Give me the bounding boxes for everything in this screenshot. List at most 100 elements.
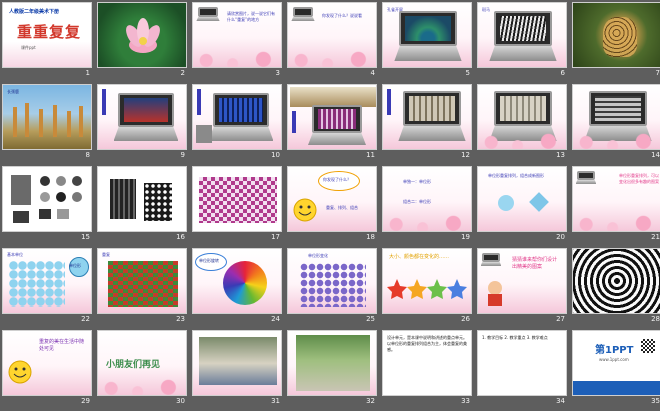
slide-thumbnail[interactable] xyxy=(572,84,660,150)
slide-thumbnail[interactable]: 小朋友们再见 xyxy=(97,330,187,396)
slide-thumbnail[interactable]: 1. 教学目标 2. 教学重点 3. 教学难点 xyxy=(477,330,567,396)
slide-12[interactable]: 12 xyxy=(382,84,472,162)
slide-thumbnail[interactable]: 你发现了什么？ 重复、排列、组合 xyxy=(287,166,377,232)
slide-28[interactable]: 28 xyxy=(572,248,660,326)
slide-thumbnail[interactable] xyxy=(287,330,377,396)
slide-label: 斑马 xyxy=(482,7,490,12)
slide-11[interactable]: 11 xyxy=(287,84,377,162)
slide-number: 25 xyxy=(366,315,375,323)
slide-thumbnail[interactable]: 单位形变化 xyxy=(287,248,377,314)
slide-thumbnail[interactable]: 第1PPT www.1ppt.com xyxy=(572,330,660,396)
bag-image xyxy=(110,179,136,219)
slide-30[interactable]: 小朋友们再见 30 xyxy=(97,330,187,408)
slide-thumbnail[interactable] xyxy=(572,2,660,68)
slide-thumbnail[interactable]: 基本单位 单位形 xyxy=(2,248,92,314)
children-photo xyxy=(296,335,370,391)
slide-thumbnail[interactable]: 猜猜谁来帮你们设计出精美的图案 xyxy=(477,248,567,314)
slide-thumbnail[interactable] xyxy=(572,248,660,314)
slide-23[interactable]: 重复 23 xyxy=(97,248,187,326)
brand-url: www.1ppt.com xyxy=(599,357,629,362)
slide-thumbnail[interactable]: 单位形旋转 xyxy=(192,248,282,314)
slide-thumbnail[interactable] xyxy=(97,2,187,68)
slide-thumbnail[interactable]: 重复的美在生活中随处可见 xyxy=(2,330,92,396)
slide-29[interactable]: 重复的美在生活中随处可见 29 xyxy=(2,330,92,408)
slide-7[interactable]: 7 xyxy=(572,2,660,80)
slide-27[interactable]: 猜猜谁来帮你们设计出精美的图案 27 xyxy=(477,248,567,326)
slide-thumbnail[interactable]: 大小、颜色都在变化的…… xyxy=(382,248,472,314)
slide-thumbnail[interactable]: 单独一：单位形 组合二：单位形 xyxy=(382,166,472,232)
slide-20[interactable]: 单位形重复排列，组合成新图形 20 xyxy=(477,166,567,244)
vertical-title-bar xyxy=(292,111,296,133)
slide-number: 22 xyxy=(81,315,90,323)
slide-number: 3 xyxy=(275,69,280,77)
slide-15[interactable]: 15 xyxy=(2,166,92,244)
slide-thumbnail[interactable]: 斑马 xyxy=(477,2,567,68)
slide-thumbnail[interactable]: 人教版二年级美术下册 重重复复 课件ppt xyxy=(2,2,92,68)
slide-thumbnail[interactable] xyxy=(2,166,92,232)
slide-thumbnail[interactable] xyxy=(382,84,472,150)
footer-bar xyxy=(573,381,660,395)
slide-number: 30 xyxy=(176,397,185,405)
slide-thumbnail[interactable] xyxy=(97,166,187,232)
slide-number: 18 xyxy=(366,233,375,241)
slide-caption: 重复、排列、组合 xyxy=(326,205,358,210)
slide-text: 设计单元，是本课中说明和讲述的重点单元。以单位形的重复排列组合为主，体会重复的美… xyxy=(387,335,467,352)
slide-19[interactable]: 单独一：单位形 组合二：单位形 19 xyxy=(382,166,472,244)
slide-text: 单位形重复排列，可以变化出很多有趣的图案 xyxy=(619,173,659,184)
slide-number: 10 xyxy=(271,151,280,159)
slide-number: 26 xyxy=(461,315,470,323)
slide-thumbnail[interactable]: 孔雀开屏 xyxy=(382,2,472,68)
slide-thumbnail[interactable]: 设计单元，是本课中说明和讲述的重点单元。以单位形的重复排列组合为主，体会重复的美… xyxy=(382,330,472,396)
slide-17[interactable]: 17 xyxy=(192,166,282,244)
slide-thumbnail[interactable]: 你发现了什么？说说看 xyxy=(287,2,377,68)
slide-1[interactable]: 人教版二年级美术下册 重重复复 课件ppt 1 xyxy=(2,2,92,80)
slide-thumbnail[interactable] xyxy=(192,84,282,150)
bag-image xyxy=(144,183,172,221)
slide-16[interactable]: 16 xyxy=(97,166,187,244)
slide-top-title: 人教版二年级美术下册 xyxy=(9,9,60,15)
slide-number: 5 xyxy=(465,69,470,77)
slide-21[interactable]: 单位形重复排列，可以变化出很多有趣的图案 21 xyxy=(572,166,660,244)
slide-thumbnail[interactable]: 请欣赏图片，说一说它们有什么“重复”的地方 xyxy=(192,2,282,68)
slide-number: 23 xyxy=(176,315,185,323)
slide-text: 重复的美在生活中随处可见 xyxy=(39,339,85,352)
slide-thumbnail[interactable]: 长颈鹿 xyxy=(2,84,92,150)
slide-31[interactable]: 31 xyxy=(192,330,282,408)
slide-22[interactable]: 基本单位 单位形 22 xyxy=(2,248,92,326)
slide-8[interactable]: 长颈鹿 8 xyxy=(2,84,92,162)
slide-6[interactable]: 斑马 6 xyxy=(477,2,567,80)
slide-24[interactable]: 单位形旋转 24 xyxy=(192,248,282,326)
slide-label: 基本单位 xyxy=(7,252,23,257)
slide-thumbnail[interactable]: 重复 xyxy=(97,248,187,314)
slide-number: 17 xyxy=(271,233,280,241)
slide-thumbnail[interactable]: 单位形重复排列，可以变化出很多有趣的图案 xyxy=(572,166,660,232)
slide-thumbnail[interactable] xyxy=(192,330,282,396)
slide-18[interactable]: 你发现了什么？ 重复、排列、组合 18 xyxy=(287,166,377,244)
slide-thumbnail[interactable] xyxy=(192,166,282,232)
slide-26[interactable]: 大小、颜色都在变化的…… 26 xyxy=(382,248,472,326)
slide-5[interactable]: 孔雀开屏 5 xyxy=(382,2,472,80)
slide-line-2: 组合二：单位形 xyxy=(403,199,431,204)
slide-thumbnail[interactable] xyxy=(97,84,187,150)
slide-25[interactable]: 单位形变化 25 xyxy=(287,248,377,326)
slide-34[interactable]: 1. 教学目标 2. 教学重点 3. 教学难点 34 xyxy=(477,330,567,408)
photo-top xyxy=(290,87,376,107)
slide-title: 小朋友们再见 xyxy=(106,360,161,370)
slide-14[interactable]: 14 xyxy=(572,84,660,162)
slide-4[interactable]: 你发现了什么？说说看 4 xyxy=(287,2,377,80)
slide-thumbnail[interactable] xyxy=(477,84,567,150)
slide-number: 27 xyxy=(556,315,565,323)
slide-32[interactable]: 32 xyxy=(287,330,377,408)
slide-thumbnail[interactable]: 单位形重复排列，组合成新图形 xyxy=(477,166,567,232)
slide-13[interactable]: 13 xyxy=(477,84,567,162)
slide-2[interactable]: 2 xyxy=(97,2,187,80)
slide-9[interactable]: 9 xyxy=(97,84,187,162)
slide-33[interactable]: 设计单元，是本课中说明和讲述的重点单元。以单位形的重复排列组合为主，体会重复的美… xyxy=(382,330,472,408)
slide-35[interactable]: 第1PPT www.1ppt.com 35 xyxy=(572,330,660,408)
slide-10[interactable]: 10 xyxy=(192,84,282,162)
slide-number: 7 xyxy=(655,69,660,77)
slide-number: 14 xyxy=(651,151,660,159)
slide-thumbnail[interactable] xyxy=(287,84,377,150)
slide-number: 1 xyxy=(85,69,90,77)
slide-3[interactable]: 请欣赏图片，说一说它们有什么“重复”的地方 3 xyxy=(192,2,282,80)
